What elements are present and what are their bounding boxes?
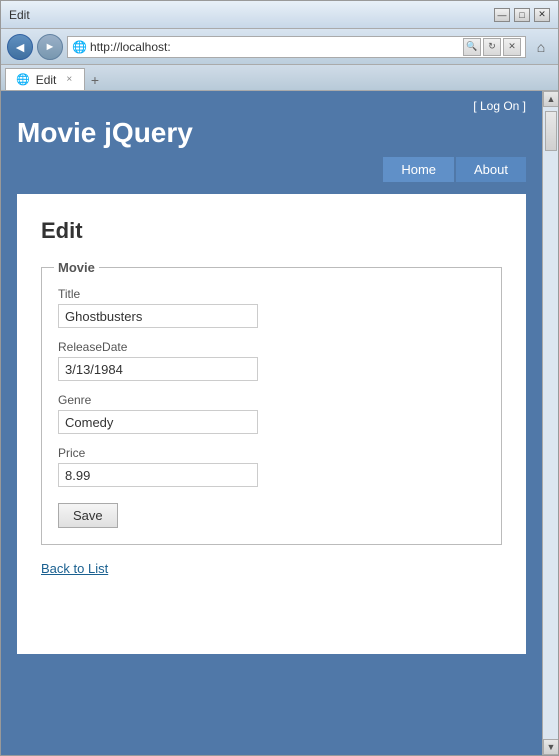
back-button[interactable]: ◄ [7,34,33,60]
title-bar-controls: — □ ✕ [494,8,550,22]
price-label: Price [58,446,485,460]
scroll-down-button[interactable]: ▼ [543,739,558,755]
tab-bar: 🌐 Edit × + [1,65,558,91]
scroll-track [543,107,558,739]
tab-label: Edit [36,73,57,87]
title-bar: Edit — □ ✕ [1,1,558,29]
genre-label: Genre [58,393,485,407]
browser-window: Edit — □ ✕ ◄ ► 🌐 http://localhost:﻿ 🔍 ↻ … [0,0,559,756]
nav-about[interactable]: About [456,157,526,182]
active-tab[interactable]: 🌐 Edit × [5,68,85,90]
log-on-row: [ Log On ] [17,99,526,113]
nav-bar: Home About [17,157,526,182]
price-form-field: Price [58,446,485,487]
tab-icon: 🌐 [16,73,30,86]
search-dropdown-button[interactable]: 🔍 [463,38,481,56]
forward-arrow-icon: ► [45,41,56,53]
close-button[interactable]: ✕ [534,8,550,22]
maximize-button[interactable]: □ [514,8,530,22]
page-heading: Edit [41,218,502,244]
release-date-form-field: ReleaseDate [58,340,485,381]
back-arrow-icon: ◄ [13,39,27,55]
site-header: [ Log On ] Movie jQuery Home About [1,91,542,182]
scroll-thumb[interactable] [545,111,557,151]
home-icon: ⌂ [537,39,545,55]
main-area: Edit Movie Title ReleaseDate Genre [1,182,542,755]
movie-fieldset: Movie Title ReleaseDate Genre [41,260,502,545]
nav-home[interactable]: Home [383,157,454,182]
title-field[interactable] [58,304,258,328]
new-tab-button[interactable]: + [85,70,105,90]
stop-button[interactable]: ✕ [503,38,521,56]
price-field[interactable] [58,463,258,487]
release-date-field[interactable] [58,357,258,381]
title-form-field: Title [58,287,485,328]
genre-field[interactable] [58,410,258,434]
log-on-link[interactable]: [ Log On ] [473,99,526,113]
page-with-scroll: [ Log On ] Movie jQuery Home About Edit … [1,91,558,755]
tab-close-button[interactable]: × [66,74,72,85]
save-button[interactable]: Save [58,503,118,528]
site-title: Movie jQuery [17,117,526,149]
content-box: Edit Movie Title ReleaseDate Genre [17,194,526,654]
scrollbar: ▲ ▼ [542,91,558,755]
address-text[interactable]: http://localhost: [90,40,460,54]
window-title: Edit [9,8,30,22]
fieldset-legend: Movie [54,260,99,275]
scroll-up-button[interactable]: ▲ [543,91,558,107]
address-ie-icon: 🌐 [72,40,87,54]
address-actions: 🔍 ↻ ✕ [463,38,521,56]
home-button[interactable]: ⌂ [530,36,552,58]
genre-form-field: Genre [58,393,485,434]
address-bar-wrap: 🌐 http://localhost:﻿ 🔍 ↻ ✕ [67,36,526,58]
address-bar: ◄ ► 🌐 http://localhost:﻿ 🔍 ↻ ✕ ⌂ [1,29,558,65]
forward-button[interactable]: ► [37,34,63,60]
release-date-label: ReleaseDate [58,340,485,354]
minimize-button[interactable]: — [494,8,510,22]
page-content: [ Log On ] Movie jQuery Home About Edit … [1,91,542,755]
back-to-list-link[interactable]: Back to List [41,561,502,576]
refresh-button[interactable]: ↻ [483,38,501,56]
title-label: Title [58,287,485,301]
